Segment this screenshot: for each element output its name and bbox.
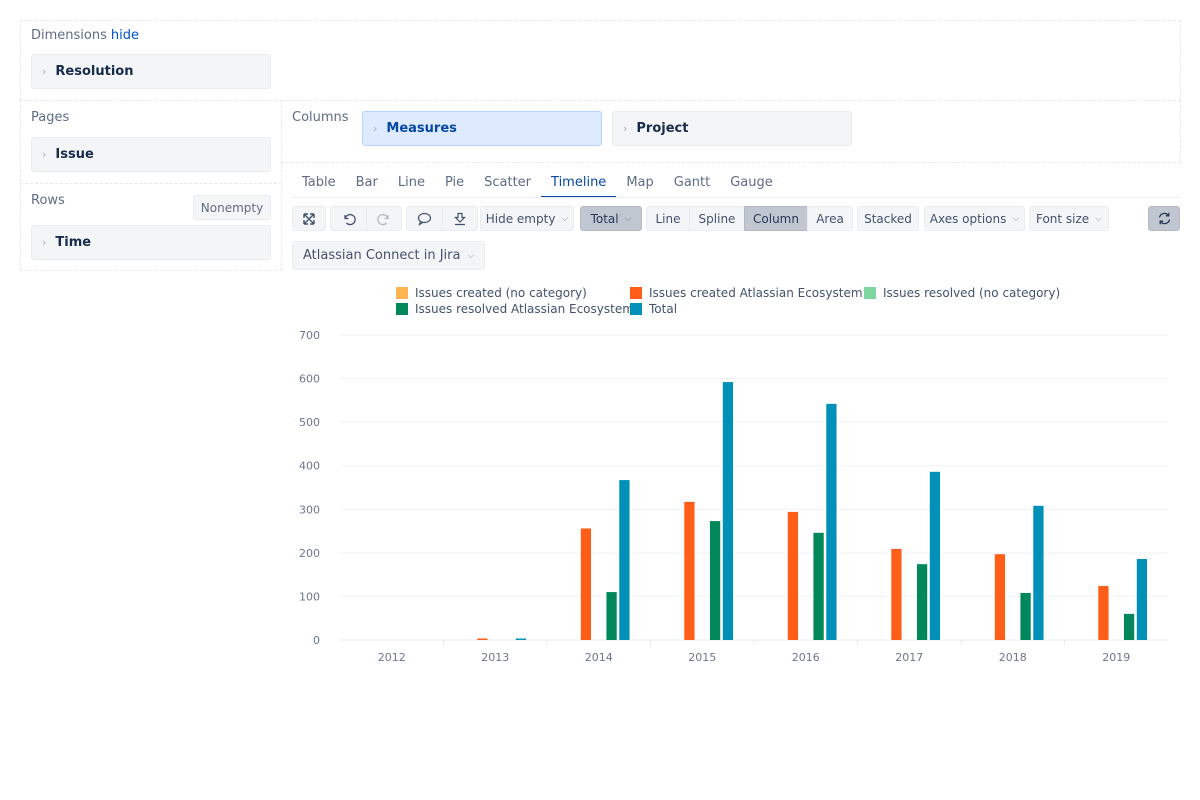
y-tick-label: 700: [299, 329, 320, 342]
y-tick-label: 200: [299, 547, 320, 560]
bar: [1020, 592, 1031, 640]
bar: [709, 521, 721, 640]
y-tick-label: 400: [299, 460, 320, 473]
bar: [580, 528, 592, 640]
bar: [787, 511, 799, 640]
x-tick-label: 2014: [585, 651, 613, 664]
y-tick-label: 500: [299, 416, 320, 429]
y-tick-label: 100: [299, 590, 320, 603]
column-chart: 0 100 200 300 400 500 600 700 2012 2013 2014 2015 20…: [299, 329, 1168, 664]
bar: [813, 532, 824, 640]
bar: [684, 501, 695, 640]
bar: [826, 403, 837, 640]
bar: [477, 638, 488, 640]
bar: [929, 471, 941, 640]
bar: [994, 554, 1006, 640]
bar: [916, 564, 928, 640]
bar: [722, 382, 734, 640]
x-tick-label: 2012: [378, 651, 406, 664]
x-tick-label: 2017: [895, 651, 923, 664]
bar: [1033, 505, 1044, 640]
y-tick-label: 0: [313, 634, 320, 647]
bar: [619, 480, 630, 640]
x-tick-label: 2018: [999, 651, 1027, 664]
bar: [515, 638, 527, 640]
y-tick-label: 300: [299, 503, 320, 516]
bar: [606, 592, 617, 640]
y-tick-label: 600: [299, 373, 320, 386]
x-tick-label: 2015: [688, 651, 716, 664]
bar: [1098, 585, 1109, 640]
x-tick-label: 2013: [481, 651, 509, 664]
bar: [1136, 558, 1148, 640]
bar: [891, 548, 902, 640]
bar: [1123, 613, 1135, 640]
x-tick-label: 2016: [792, 651, 820, 664]
x-tick-label: 2019: [1102, 651, 1130, 664]
